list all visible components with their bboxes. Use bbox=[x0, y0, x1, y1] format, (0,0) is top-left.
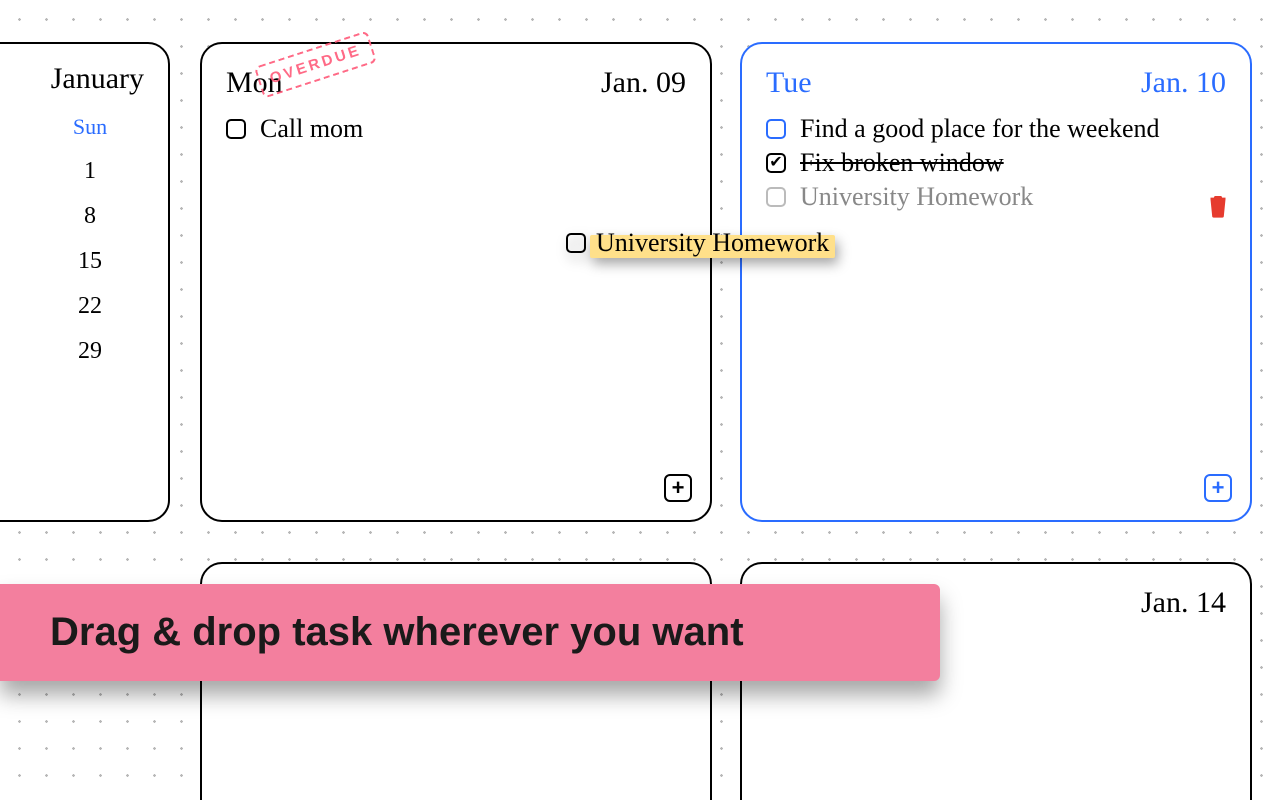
checkbox-icon[interactable] bbox=[226, 119, 246, 139]
add-task-button[interactable]: + bbox=[1204, 474, 1232, 502]
weekday-sat: Sat bbox=[0, 114, 30, 140]
checkbox-icon[interactable] bbox=[566, 233, 586, 253]
task-label[interactable]: Fix broken window bbox=[796, 148, 1008, 178]
task-row[interactable]: Call mom bbox=[226, 114, 686, 144]
day-card-mon[interactable]: Mon Jan. 09 Call mom + bbox=[200, 42, 712, 522]
checkbox-icon[interactable] bbox=[766, 187, 786, 207]
task-row[interactable]: University Homework bbox=[766, 182, 1226, 212]
cal-cell[interactable]: 14 bbox=[0, 248, 30, 275]
day-date: Jan. 14 bbox=[1141, 586, 1226, 620]
day-date: Jan. 10 bbox=[1141, 66, 1226, 100]
cal-cell[interactable]: 29 bbox=[30, 338, 150, 365]
cal-cell[interactable]: 21 bbox=[0, 293, 30, 320]
cal-cell[interactable]: 15 bbox=[30, 248, 150, 275]
checkbox-icon[interactable] bbox=[766, 119, 786, 139]
promo-banner: Drag & drop task wherever you want bbox=[0, 584, 940, 681]
task-row[interactable]: Find a good place for the weekend bbox=[766, 114, 1226, 144]
cal-cell[interactable] bbox=[0, 158, 30, 185]
cal-cell[interactable]: 7 bbox=[0, 203, 30, 230]
cal-cell[interactable]: 8 bbox=[30, 203, 150, 230]
task-label[interactable]: Find a good place for the weekend bbox=[796, 114, 1164, 144]
weekday-sun: Sun bbox=[30, 114, 150, 140]
day-name: Tue bbox=[766, 66, 812, 100]
dragging-task[interactable]: University Homework bbox=[560, 224, 835, 262]
day-name: Mon bbox=[226, 66, 283, 100]
calendar-weekday-row: Sat Sun bbox=[0, 114, 150, 140]
calendar-dates: 1 78 1415 2122 2829 bbox=[0, 158, 150, 365]
cal-cell[interactable]: 1 bbox=[30, 158, 150, 185]
delete-task-button[interactable] bbox=[1208, 194, 1228, 218]
task-row[interactable]: Fix broken window bbox=[766, 148, 1226, 178]
task-label[interactable]: University Homework bbox=[796, 182, 1037, 212]
day-date: Jan. 09 bbox=[601, 66, 686, 100]
trash-icon bbox=[1208, 194, 1228, 218]
cal-cell[interactable]: 22 bbox=[30, 293, 150, 320]
calendar-month: January bbox=[0, 62, 150, 96]
cal-cell[interactable]: 28 bbox=[0, 338, 30, 365]
checkbox-checked-icon[interactable] bbox=[766, 153, 786, 173]
task-label: University Homework bbox=[596, 228, 829, 258]
task-label[interactable]: Call mom bbox=[256, 114, 367, 144]
mini-calendar[interactable]: January Sat Sun 1 78 1415 2122 2829 de bbox=[0, 42, 170, 522]
day-card-tue[interactable]: Tue Jan. 10 Find a good place for the we… bbox=[740, 42, 1252, 522]
add-task-button[interactable]: + bbox=[664, 474, 692, 502]
